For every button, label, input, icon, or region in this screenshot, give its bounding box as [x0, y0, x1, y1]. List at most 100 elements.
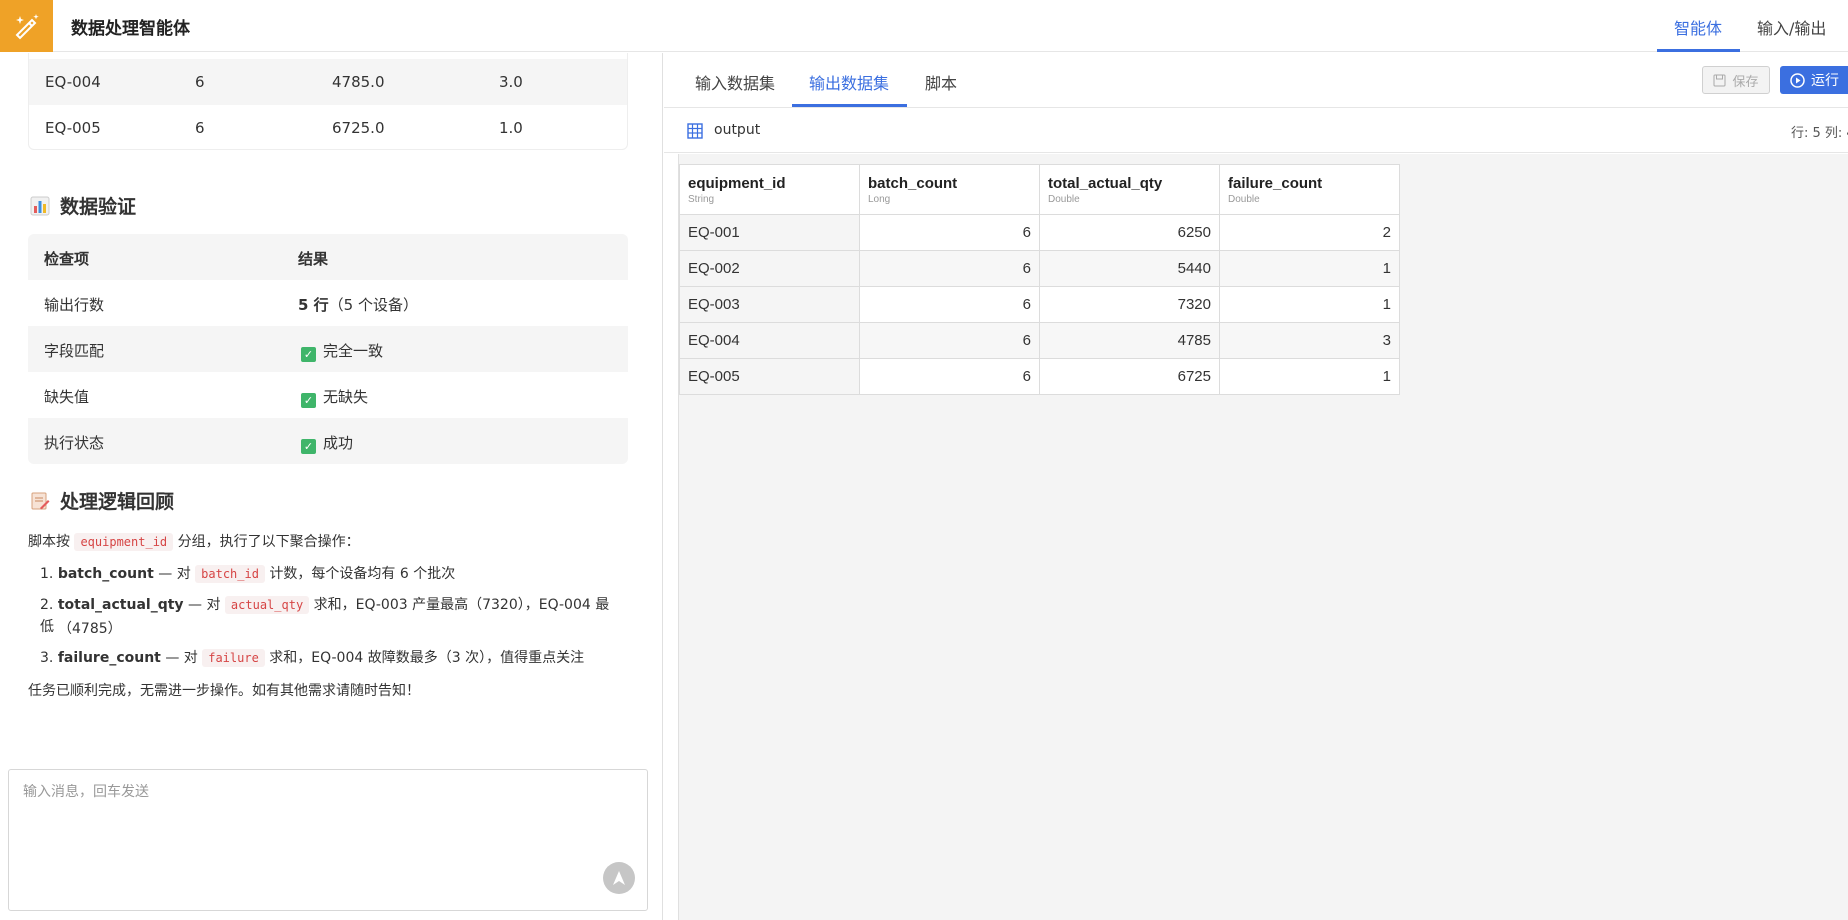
field-name: batch_count [57, 566, 154, 582]
result-value: 无缺失 [323, 388, 369, 406]
dataset-stats: 行: 5 列: 4 [1791, 126, 1848, 141]
grid-cell[interactable]: 1 [1219, 250, 1400, 287]
send-button[interactable] [603, 862, 635, 894]
grid-cell[interactable]: 6250 [1039, 214, 1220, 251]
grid-header-row: equipment_id String batch_count Long total… [679, 164, 1400, 215]
result-value: 成功 [323, 434, 354, 452]
result-value: 5 行 [298, 296, 329, 314]
field-name: total_actual_qty [57, 597, 184, 613]
result-note: （5 个设备） [328, 296, 418, 314]
grid-cell[interactable]: 3 [1219, 322, 1400, 359]
data-grid-area[interactable]: equipment_id String batch_count Long total… [678, 154, 1848, 920]
table-cell: 6 [195, 73, 205, 91]
play-circle-icon [1790, 72, 1805, 88]
table-cell: 3.0 [499, 73, 523, 91]
grid-cell[interactable]: 4785 [1039, 322, 1220, 359]
logic-intro: 脚本按 equipment_id 分组，执行了以下聚合操作： [28, 531, 360, 553]
inline-code: batch_id [195, 565, 265, 583]
grid-cell[interactable]: 2 [1219, 214, 1400, 251]
grid-cell[interactable]: 1 [1219, 286, 1400, 323]
grid-cell[interactable]: 6 [859, 250, 1040, 287]
tab-agent[interactable]: 智能体 [1674, 15, 1722, 39]
column-type: Double [1048, 193, 1080, 205]
column-header[interactable]: equipment_id String [679, 164, 860, 215]
grid-row[interactable]: EQ-005 6 6725 1 [679, 358, 1400, 395]
table-cell: 6725.0 [332, 119, 385, 137]
table-row: 字段匹配 ✓ 完全一致 [28, 326, 628, 372]
check-item: 执行状态 [44, 434, 105, 452]
validation-title: 数据验证 [60, 196, 137, 218]
validation-table: 检查项 结果 输出行数 5 行（5 个设备） 字段匹配 ✓ 完全一致 缺失值 ✓ 无… [28, 234, 628, 464]
intro-text: 分组，执行了以下聚合操作： [177, 534, 360, 550]
table-cell: 4785.0 [332, 73, 385, 91]
memo-icon [31, 492, 50, 509]
grid-row[interactable]: EQ-002 6 5440 1 [679, 250, 1400, 287]
column-header[interactable]: batch_count Long [859, 164, 1040, 215]
grid-cell[interactable]: 6725 [1039, 358, 1220, 395]
table-row: EQ-004 6 4785.0 3.0 [29, 59, 627, 105]
list-item: 2. total_actual_qty — 对 actual_qty 求和，EQ… [40, 596, 610, 635]
check-item: 字段匹配 [44, 342, 105, 360]
previous-result-table: EQ-004 6 4785.0 3.0 EQ-005 6 6725.0 1.0 [28, 53, 628, 150]
table-icon [687, 123, 703, 139]
field-name: failure_count [57, 650, 161, 666]
app-logo [0, 0, 53, 52]
column-header[interactable]: failure_count Double [1219, 164, 1400, 215]
grid-row[interactable]: EQ-003 6 7320 1 [679, 286, 1400, 323]
grid-cell[interactable]: 6 [859, 286, 1040, 323]
closing-message: 任务已顺利完成，无需进一步操作。如有其他需求请随时告知！ [28, 683, 420, 699]
column-header: 结果 [298, 250, 329, 268]
output-data-grid: equipment_id String batch_count Long total… [679, 164, 1400, 395]
column-type: String [688, 193, 715, 205]
table-cell: 1.0 [499, 119, 523, 137]
column-type: Double [1228, 193, 1260, 205]
list-item: 1. batch_count — 对 batch_id 计数，每个设备均有 6 … [40, 565, 456, 583]
tab-input-output[interactable]: 输入/输出 [1757, 15, 1826, 39]
table-row: EQ-005 6 6725.0 1.0 [29, 105, 627, 149]
grid-cell[interactable]: 6 [859, 214, 1040, 251]
column-header: 检查项 [44, 250, 90, 268]
run-button[interactable]: 运行 [1780, 66, 1848, 94]
magic-wand-icon [15, 14, 39, 40]
grid-cell[interactable]: EQ-001 [679, 214, 860, 251]
grid-row[interactable]: EQ-004 6 4785 3 [679, 322, 1400, 359]
logic-heading: 处理逻辑回顾 [30, 487, 174, 514]
message-input[interactable] [23, 784, 623, 800]
column-header[interactable]: total_actual_qty Double [1039, 164, 1220, 215]
table-row: 输出行数 5 行（5 个设备） [28, 280, 628, 326]
grid-cell[interactable]: EQ-004 [679, 322, 860, 359]
table-cell: 6 [195, 119, 205, 137]
send-arrow-icon [613, 871, 625, 885]
dataset-info-bar: output 行: 5 列: 4 [664, 108, 1848, 153]
table-header-row: 检查项 结果 [28, 234, 628, 280]
tab-script[interactable]: 脚本 [925, 70, 957, 94]
grid-row[interactable]: EQ-001 6 6250 2 [679, 214, 1400, 251]
grid-cell[interactable]: EQ-003 [679, 286, 860, 323]
inline-code: actual_qty [224, 596, 310, 614]
intro-text: 脚本按 [28, 534, 70, 550]
tab-output-dataset[interactable]: 输出数据集 [809, 70, 889, 94]
table-cell: EQ-005 [45, 119, 101, 137]
check-item: 输出行数 [44, 296, 105, 314]
grid-cell[interactable]: 7320 [1039, 286, 1220, 323]
column-type: Long [868, 193, 891, 205]
grid-cell[interactable]: 1 [1219, 358, 1400, 395]
grid-cell[interactable]: EQ-005 [679, 358, 860, 395]
validation-heading: 数据验证 [30, 192, 136, 219]
bar-chart-icon [30, 196, 50, 215]
save-button[interactable]: 保存 [1702, 66, 1770, 94]
logic-title: 处理逻辑回顾 [60, 491, 175, 513]
chat-input-box[interactable] [8, 769, 648, 911]
check-item: 缺失值 [44, 388, 90, 406]
checkmark-icon: ✓ [301, 393, 316, 408]
grid-cell[interactable]: 6 [859, 358, 1040, 395]
active-tab-indicator [1657, 49, 1740, 52]
dataset-panel: 输入数据集 输出数据集 脚本 保存 运行 output 行: 5 列: 4 eq… [664, 53, 1848, 920]
list-item-continuation: （4785） [58, 621, 122, 637]
grid-cell[interactable]: EQ-002 [679, 250, 860, 287]
list-item: 3. failure_count — 对 failure 求和，EQ-004 故… [40, 649, 585, 667]
grid-cell[interactable]: 6 [859, 322, 1040, 359]
tab-input-dataset[interactable]: 输入数据集 [695, 70, 775, 94]
grid-cell[interactable]: 5440 [1039, 250, 1220, 287]
chat-panel[interactable]: EQ-004 6 4785.0 3.0 EQ-005 6 6725.0 1.0 … [0, 53, 663, 920]
